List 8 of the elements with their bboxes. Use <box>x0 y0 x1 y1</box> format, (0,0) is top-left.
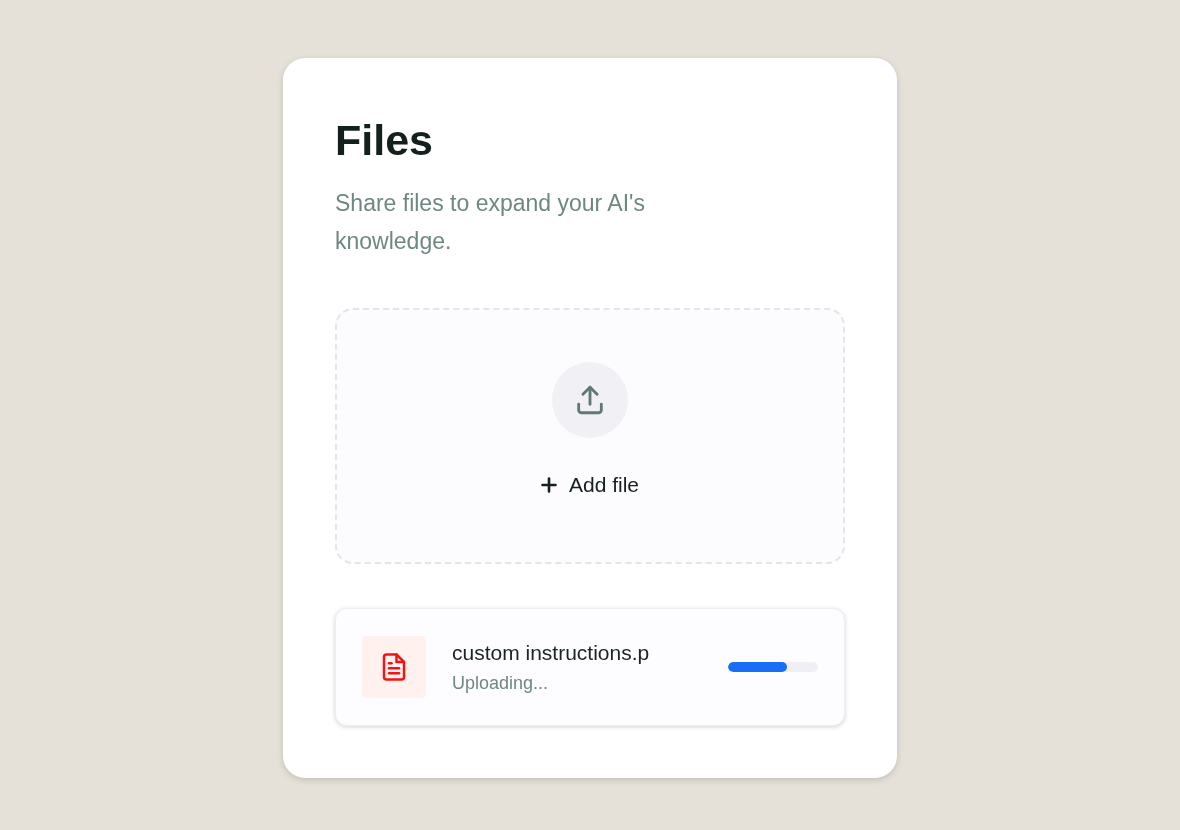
document-icon <box>362 636 426 698</box>
file-dropzone[interactable]: Add file <box>335 308 845 564</box>
card-description: Share files to expand your AI's knowledge. <box>335 189 646 256</box>
file-name: custom instructions.p <box>452 640 651 666</box>
card-title: Files <box>335 115 434 166</box>
plus-icon <box>540 477 557 493</box>
add-file-button[interactable]: Add file <box>540 472 639 498</box>
upload-status: Uploading... <box>452 672 550 694</box>
